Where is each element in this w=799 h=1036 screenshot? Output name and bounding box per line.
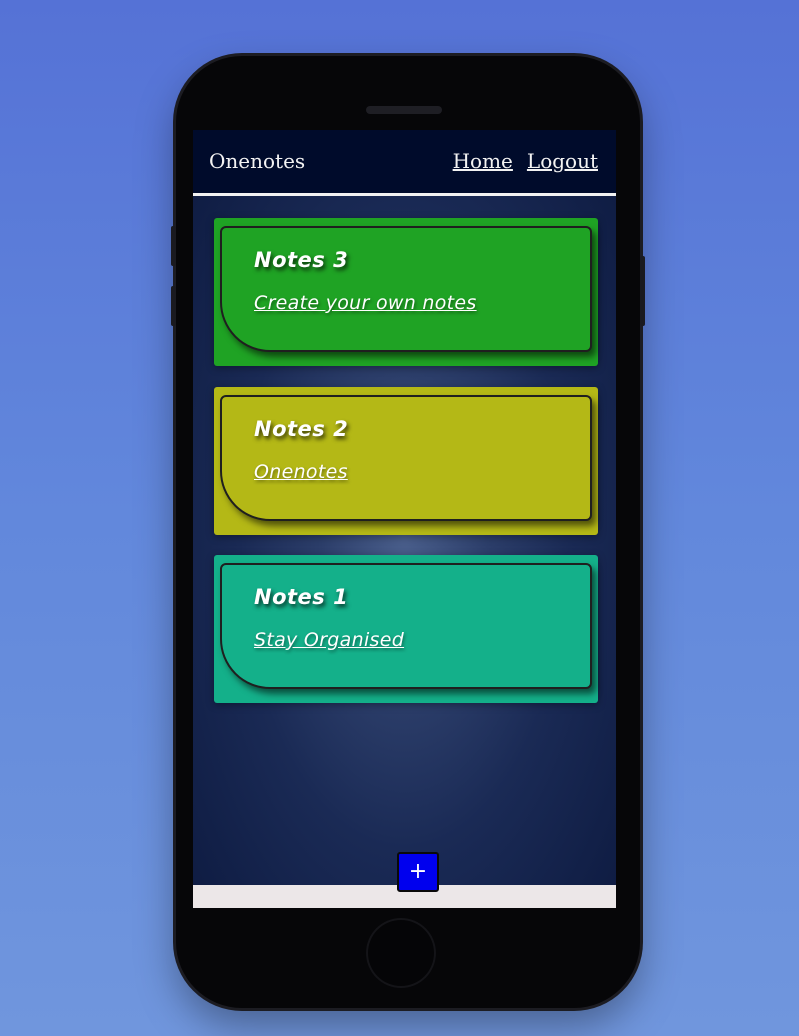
note-link[interactable]: Onenotes — [254, 461, 348, 483]
nav-link-logout[interactable]: Logout — [527, 149, 598, 173]
note-card[interactable]: Notes 1 Stay Organised — [214, 555, 598, 703]
plus-icon: + — [408, 859, 428, 884]
note-card-inner: Notes 3 Create your own notes — [220, 226, 592, 352]
app-screen: Onenotes Home Logout Notes 3 Create your… — [193, 130, 616, 908]
nav-link-home[interactable]: Home — [453, 149, 513, 173]
note-title: Notes 1 — [254, 585, 349, 609]
note-link[interactable]: Create your own notes — [254, 292, 477, 314]
nav-links: Home Logout — [453, 149, 598, 173]
speaker-grille — [366, 106, 442, 114]
note-title: Notes 2 — [254, 417, 349, 441]
volume-button — [171, 286, 176, 326]
volume-button — [171, 226, 176, 266]
note-card[interactable]: Notes 3 Create your own notes — [214, 218, 598, 366]
note-title: Notes 3 — [254, 248, 349, 272]
note-card[interactable]: Notes 2 Onenotes — [214, 387, 598, 535]
note-card-inner: Notes 1 Stay Organised — [220, 563, 592, 689]
phone-frame: Onenotes Home Logout Notes 3 Create your… — [171, 56, 645, 1008]
side-button — [640, 256, 645, 326]
brand-title: Onenotes — [209, 149, 306, 173]
navbar: Onenotes Home Logout — [193, 130, 616, 196]
home-button[interactable] — [366, 918, 436, 988]
add-note-button[interactable]: + — [397, 852, 439, 892]
note-card-inner: Notes 2 Onenotes — [220, 395, 592, 521]
note-link[interactable]: Stay Organised — [254, 629, 404, 651]
